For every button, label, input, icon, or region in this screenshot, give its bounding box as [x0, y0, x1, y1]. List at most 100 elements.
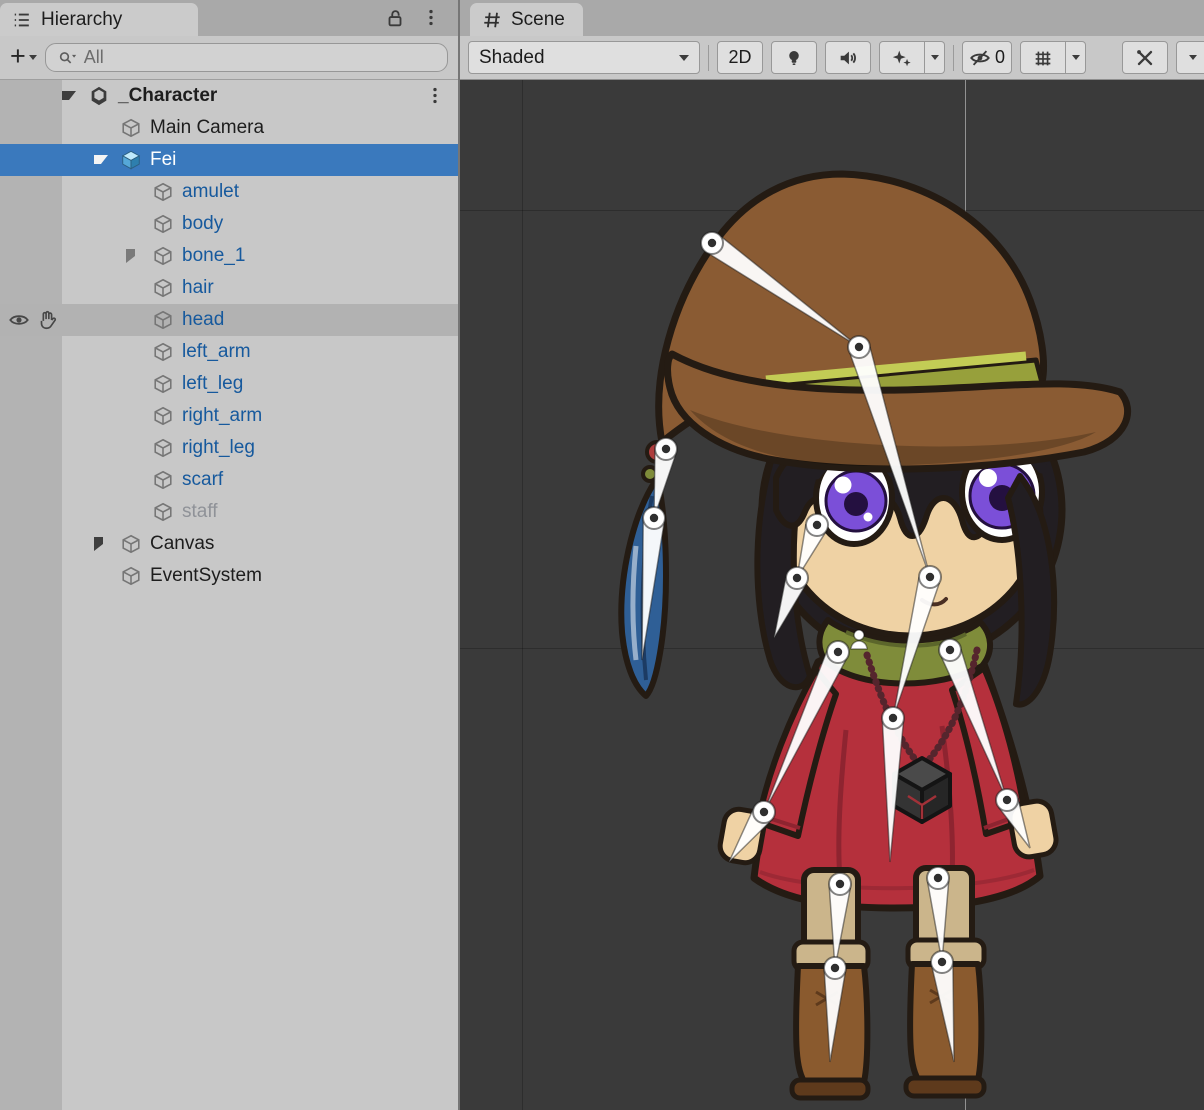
bone-joint-center — [760, 808, 768, 816]
bone[interactable] — [882, 722, 903, 862]
bone[interactable] — [942, 650, 1007, 800]
unity-scene-icon — [88, 85, 110, 107]
hierarchy-row-left_arm[interactable]: left_arm — [0, 336, 458, 368]
expand-arrow-icon[interactable] — [62, 91, 76, 100]
effects-dropdown-button[interactable] — [925, 41, 945, 74]
row-label: scarf — [182, 464, 223, 496]
search-icon — [56, 48, 78, 68]
shading-mode-label: Shaded — [479, 47, 545, 69]
scene-toolbar: Shaded 2D — [460, 36, 1204, 80]
effects-toggle-button[interactable] — [879, 41, 925, 74]
bone[interactable] — [709, 237, 859, 347]
bone[interactable] — [824, 971, 845, 1062]
hierarchy-row-left_leg[interactable]: left_leg — [0, 368, 458, 400]
shading-mode-dropdown[interactable]: Shaded — [468, 41, 700, 74]
bones-layer — [460, 80, 1204, 1110]
hierarchy-row-fei[interactable]: Fei — [0, 144, 458, 176]
scene-viewport[interactable] — [460, 80, 1204, 1110]
eye-slash-icon — [969, 47, 991, 69]
bone[interactable] — [932, 965, 954, 1062]
bone-joint-center — [834, 648, 842, 656]
expand-arrow-icon[interactable] — [94, 537, 103, 551]
toolbar-divider — [708, 45, 709, 71]
hierarchy-row-body[interactable]: body — [0, 208, 458, 240]
eye-icon[interactable] — [8, 309, 30, 331]
search-input[interactable]: All — [45, 43, 448, 72]
bone-influence-badge — [851, 630, 867, 649]
bone[interactable] — [642, 521, 664, 660]
bone[interactable] — [829, 887, 850, 968]
hierarchy-tabbar: Hierarchy — [0, 0, 458, 36]
bone-joint-center — [708, 239, 716, 247]
row-label: Main Camera — [150, 112, 264, 144]
hierarchy-row-amulet[interactable]: amulet — [0, 176, 458, 208]
search-value: All — [84, 47, 104, 68]
row-label: body — [182, 208, 223, 240]
hierarchy-row-_character[interactable]: _Character — [0, 80, 458, 112]
bone[interactable] — [928, 881, 949, 962]
item-menu-icon[interactable] — [424, 85, 446, 107]
panel-menu-icon[interactable] — [420, 7, 442, 29]
hidden-objects-button[interactable]: 0 — [962, 41, 1012, 74]
hierarchy-row-scarf[interactable]: scarf — [0, 464, 458, 496]
bone[interactable] — [764, 651, 846, 812]
chevron-down-icon — [1189, 55, 1197, 60]
bone-joint-center — [836, 880, 844, 888]
effects-button-group — [879, 41, 945, 74]
bone-joint-center — [934, 874, 942, 882]
tab-hierarchy-label: Hierarchy — [41, 9, 122, 31]
hierarchy-tree: _CharacterMain CameraFeiamuletbodybone_1… — [0, 80, 458, 1110]
tab-scene-label: Scene — [511, 9, 565, 31]
bone-joint-center — [813, 521, 821, 529]
row-label: right_arm — [182, 400, 262, 432]
expand-arrow-icon[interactable] — [126, 249, 135, 263]
add-object-button[interactable]: + — [10, 46, 37, 70]
2d-toggle-button[interactable]: 2D — [717, 41, 763, 74]
hierarchy-row-right_leg[interactable]: right_leg — [0, 432, 458, 464]
cube-icon — [152, 469, 174, 491]
tab-hierarchy[interactable]: Hierarchy — [0, 3, 198, 36]
row-label: staff — [182, 496, 218, 528]
grid-dropdown-button[interactable] — [1066, 41, 1086, 74]
overflow-button[interactable] — [1176, 41, 1204, 74]
hierarchy-row-hair[interactable]: hair — [0, 272, 458, 304]
cube-icon — [120, 565, 142, 587]
bone-joint-center — [938, 958, 946, 966]
speaker-icon — [837, 47, 859, 69]
grid-visibility-button[interactable] — [1020, 41, 1066, 74]
hierarchy-row-head[interactable]: head — [0, 304, 458, 336]
bone[interactable] — [850, 348, 930, 577]
row-label: EventSystem — [150, 560, 262, 592]
scene-panel: Scene Shaded 2D — [458, 0, 1204, 1110]
hierarchy-row-main-camera[interactable]: Main Camera — [0, 112, 458, 144]
lock-icon[interactable] — [384, 7, 406, 29]
cube-icon — [120, 533, 142, 555]
hierarchy-row-canvas[interactable]: Canvas — [0, 528, 458, 560]
hierarchy-row-bone_1[interactable]: bone_1 — [0, 240, 458, 272]
lighting-toggle-button[interactable] — [771, 41, 817, 74]
hierarchy-row-staff[interactable]: staff — [0, 496, 458, 528]
grid-button-group — [1020, 41, 1086, 74]
tools-button[interactable] — [1122, 41, 1168, 74]
audio-toggle-button[interactable] — [825, 41, 871, 74]
cube-icon — [152, 277, 174, 299]
row-label: left_leg — [182, 368, 243, 400]
hidden-count-label: 0 — [995, 47, 1005, 68]
tools-icon — [1134, 47, 1156, 69]
chevron-down-icon — [29, 55, 37, 60]
hand-icon[interactable] — [36, 309, 58, 331]
cube-icon — [152, 309, 174, 331]
chevron-down-icon — [679, 55, 689, 61]
expand-arrow-icon[interactable] — [94, 155, 108, 164]
lamp-icon — [783, 47, 805, 69]
row-label: _Character — [118, 80, 217, 112]
row-label: left_arm — [182, 336, 251, 368]
toolbar-divider — [953, 45, 954, 71]
hierarchy-toolbar: + All — [0, 36, 458, 80]
cube-icon — [152, 181, 174, 203]
hierarchy-row-eventsystem[interactable]: EventSystem — [0, 560, 458, 592]
bone[interactable] — [893, 578, 939, 718]
cube-icon — [152, 213, 174, 235]
tab-scene[interactable]: Scene — [470, 3, 583, 36]
hierarchy-row-right_arm[interactable]: right_arm — [0, 400, 458, 432]
